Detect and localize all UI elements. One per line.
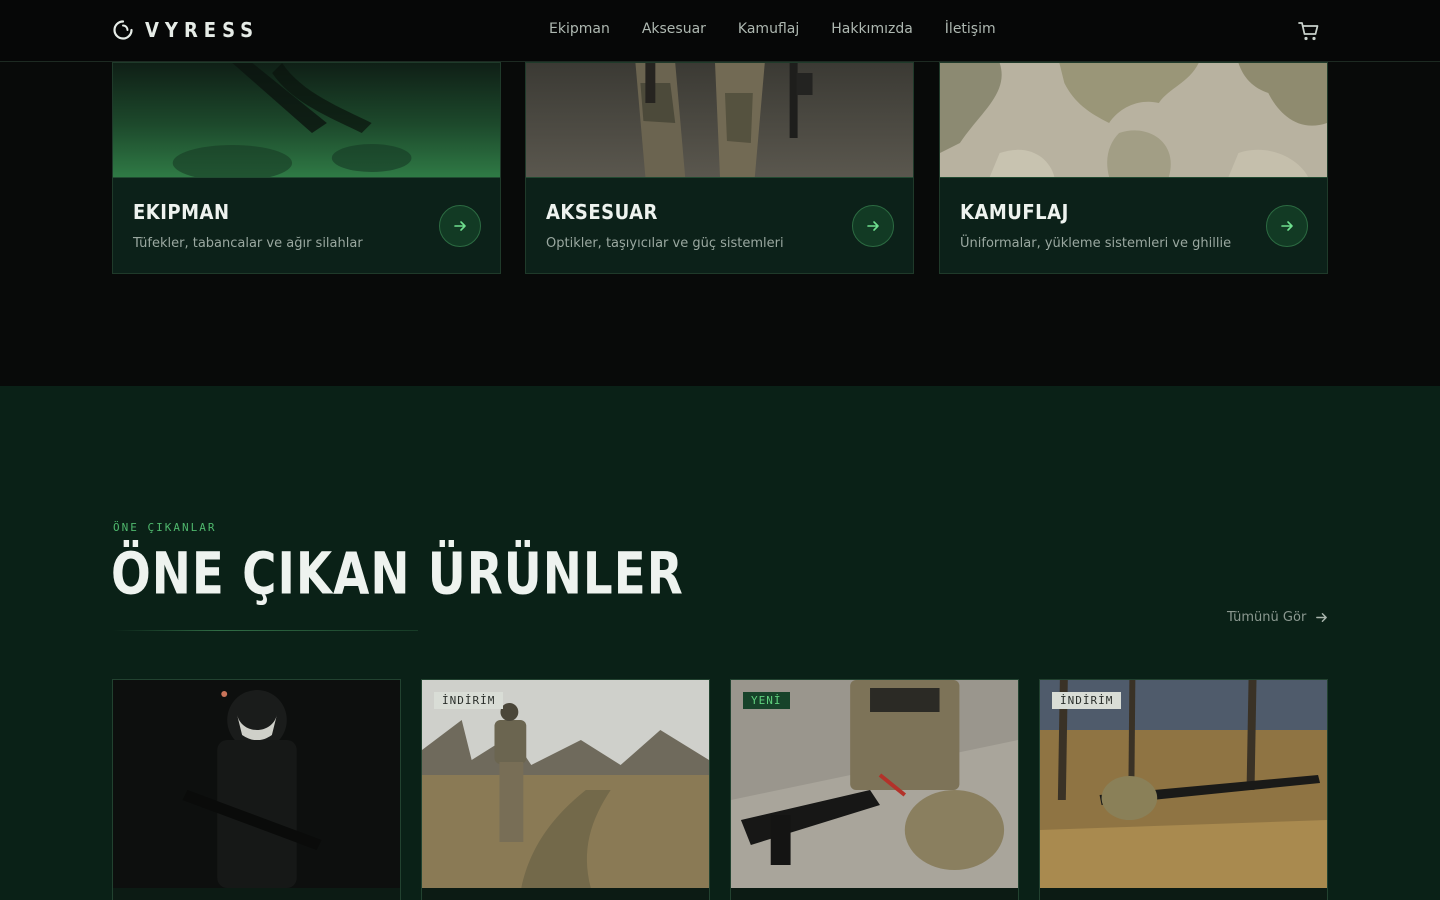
- brand-name: VYRESS: [145, 18, 260, 42]
- cart-icon[interactable]: [1297, 19, 1321, 43]
- view-all-link[interactable]: Tümünü Gör: [1227, 610, 1328, 625]
- product-badge: YENİ: [743, 692, 790, 709]
- arrow-right-icon: [1316, 613, 1328, 622]
- product-badge: İNDİRİM: [434, 692, 504, 709]
- category-arrow-button[interactable]: [1266, 205, 1308, 247]
- section-title: ÖNE ÇIKAN ÜRÜNLER: [111, 541, 684, 609]
- category-image-kamuflaj: [940, 63, 1327, 177]
- arrow-right-icon: [454, 221, 466, 231]
- view-all-label: Tümünü Gör: [1227, 610, 1307, 625]
- category-description: Üniformalar, yükleme sistemleri ve ghill…: [960, 236, 1232, 251]
- product-image: [113, 680, 400, 888]
- nav-link-iletisim[interactable]: İletişim: [945, 21, 996, 37]
- category-description: Tüfekler, tabancalar ve ağır silahlar: [133, 236, 363, 251]
- product-image: [731, 680, 1018, 888]
- nav-link-aksesuar[interactable]: Aksesuar: [642, 21, 706, 37]
- category-card-kamuflaj[interactable]: KAMUFLAJ Üniformalar, yükleme sistemleri…: [939, 62, 1328, 274]
- section-eyebrow: ÖNE ÇIKANLAR: [113, 521, 217, 534]
- category-title: KAMUFLAJ: [960, 200, 1069, 224]
- category-image-aksesuar: [526, 63, 913, 177]
- product-card[interactable]: İNDİRİM: [421, 679, 710, 900]
- category-description: Optikler, taşıyıcılar ve güç sistemleri: [546, 236, 784, 251]
- category-arrow-button[interactable]: [439, 205, 481, 247]
- category-card-ekipman[interactable]: EKIPMAN Tüfekler, tabancalar ve ağır sil…: [112, 62, 501, 274]
- nav-link-ekipman[interactable]: Ekipman: [549, 21, 610, 37]
- category-body: KAMUFLAJ Üniformalar, yükleme sistemleri…: [940, 177, 1327, 273]
- main-nav: Ekipman Aksesuar Kamuflaj Hakkımızda İle…: [549, 21, 996, 37]
- ring-logo-icon: [113, 20, 133, 40]
- category-title: EKIPMAN: [133, 200, 230, 224]
- featured-section: ÖNE ÇIKANLAR ÖNE ÇIKAN ÜRÜNLER Tümünü Gö…: [0, 386, 1440, 900]
- arrow-right-icon: [867, 221, 879, 231]
- title-divider: [113, 630, 418, 631]
- product-image: [422, 680, 709, 888]
- product-badge: İNDİRİM: [1052, 692, 1122, 709]
- top-navbar: VYRESS Ekipman Aksesuar Kamuflaj Hakkımı…: [0, 0, 1440, 62]
- product-card[interactable]: İNDİRİM: [1039, 679, 1328, 900]
- category-title: AKSESUAR: [546, 200, 658, 224]
- nav-link-kamuflaj[interactable]: Kamuflaj: [738, 21, 799, 37]
- nav-link-hakkimizda[interactable]: Hakkımızda: [831, 21, 913, 37]
- category-arrow-button[interactable]: [852, 205, 894, 247]
- arrow-right-icon: [1281, 221, 1293, 231]
- product-image: [1040, 680, 1327, 888]
- product-card[interactable]: [112, 679, 401, 900]
- category-body: EKIPMAN Tüfekler, tabancalar ve ağır sil…: [113, 177, 500, 273]
- brand-logo[interactable]: VYRESS: [113, 18, 259, 42]
- product-card[interactable]: YENİ: [730, 679, 1019, 900]
- category-image-ekipman: [113, 63, 500, 177]
- category-card-aksesuar[interactable]: AKSESUAR Optikler, taşıyıcılar ve güç si…: [525, 62, 914, 274]
- category-body: AKSESUAR Optikler, taşıyıcılar ve güç si…: [526, 177, 913, 273]
